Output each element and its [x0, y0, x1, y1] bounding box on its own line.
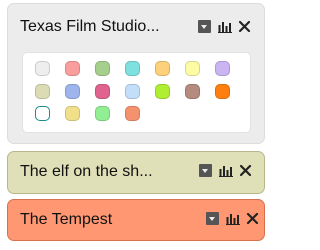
card-actions [198, 20, 251, 33]
card-title[interactable]: The Tempest [20, 211, 112, 229]
close-icon[interactable] [239, 164, 252, 177]
color-swatch[interactable] [125, 106, 140, 121]
color-palette [22, 52, 251, 133]
dropdown-icon[interactable] [198, 20, 211, 33]
color-swatch[interactable] [155, 83, 170, 99]
color-swatch[interactable] [95, 106, 110, 121]
color-swatch[interactable] [125, 83, 140, 99]
card-title[interactable]: Texas Film Studio... [20, 18, 160, 36]
color-swatch[interactable] [35, 61, 50, 76]
close-icon[interactable] [238, 20, 251, 33]
bar-chart-icon[interactable] [218, 20, 232, 33]
bar-chart-icon[interactable] [219, 164, 233, 177]
card-elf-on-the-shelf[interactable]: The elf on the sh... [7, 151, 265, 194]
color-swatch[interactable] [215, 83, 230, 99]
color-swatch[interactable] [215, 61, 230, 76]
color-swatch[interactable] [65, 83, 80, 99]
close-icon[interactable] [246, 212, 259, 225]
card-actions [199, 164, 252, 177]
color-swatch[interactable] [155, 61, 170, 76]
card-texas-film-studio[interactable]: Texas Film Studio... [7, 3, 265, 144]
color-swatch[interactable] [95, 61, 110, 76]
dropdown-icon[interactable] [199, 164, 212, 177]
color-swatch[interactable] [65, 106, 80, 121]
card-actions [206, 212, 259, 225]
color-swatch[interactable] [65, 61, 80, 76]
dropdown-icon[interactable] [206, 212, 219, 225]
color-swatch[interactable] [185, 61, 200, 76]
color-swatch[interactable] [35, 83, 50, 99]
card-the-tempest[interactable]: The Tempest [7, 199, 265, 241]
color-swatch[interactable] [185, 83, 200, 99]
card-title[interactable]: The elf on the sh... [20, 163, 153, 181]
color-swatch[interactable] [35, 106, 50, 121]
bar-chart-icon[interactable] [226, 212, 240, 225]
color-swatch[interactable] [125, 61, 140, 76]
color-swatch[interactable] [95, 83, 110, 99]
